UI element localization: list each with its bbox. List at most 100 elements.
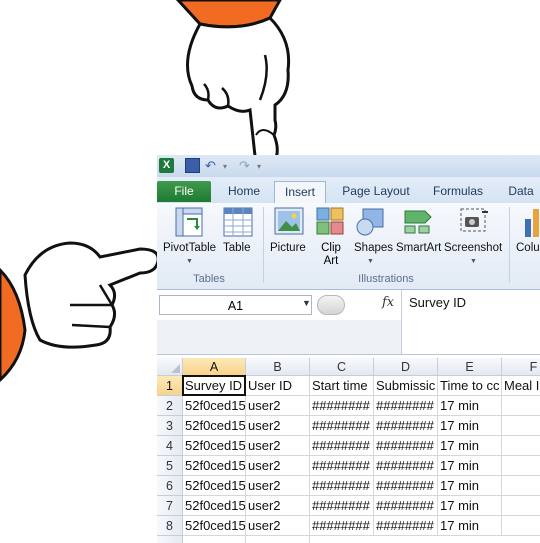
undo-dropdown-icon[interactable]: ▾	[223, 162, 227, 178]
smartart-icon	[404, 210, 432, 234]
cell-a9[interactable]	[183, 536, 246, 543]
screenshot-button[interactable]: Screenshot ▼	[443, 203, 503, 271]
cell-a6[interactable]: 52f0ced15	[183, 476, 246, 496]
cell-f1[interactable]: Meal I	[502, 376, 540, 396]
cell-d6[interactable]: ########	[374, 476, 438, 496]
cell-f3[interactable]	[502, 416, 540, 436]
table-button[interactable]: Table	[219, 203, 257, 271]
shapes-dropdown-icon: ▼	[367, 258, 374, 265]
tab-home[interactable]: Home	[225, 181, 263, 202]
cell-b3[interactable]: user2	[246, 416, 310, 436]
shapes-icon	[356, 208, 384, 236]
cell-f4[interactable]	[502, 436, 540, 456]
cell-b9[interactable]	[246, 536, 310, 543]
cell-b2[interactable]: user2	[246, 396, 310, 416]
row-header-7[interactable]: 7	[157, 496, 183, 516]
pivottable-button[interactable]: PivotTable ▼	[159, 203, 217, 271]
table-icon	[223, 207, 253, 237]
picture-label: Picture	[270, 242, 306, 254]
cell-d7[interactable]: ########	[374, 496, 438, 516]
column-header-c[interactable]: C	[310, 358, 374, 376]
cell-f8[interactable]	[502, 516, 540, 536]
cell-a4[interactable]: 52f0ced15	[183, 436, 246, 456]
cell-f2[interactable]	[502, 396, 540, 416]
cell-a8[interactable]: 52f0ced15	[183, 516, 246, 536]
smartart-button[interactable]: SmartArt	[395, 203, 441, 271]
cell-d2[interactable]: ########	[374, 396, 438, 416]
cell-d4[interactable]: ########	[374, 436, 438, 456]
cell-d3[interactable]: ########	[374, 416, 438, 436]
row-header-9[interactable]	[157, 536, 183, 543]
tab-insert[interactable]: Insert	[274, 181, 326, 204]
cell-c5[interactable]: ########	[310, 456, 374, 476]
cell-d5[interactable]: ########	[374, 456, 438, 476]
cell-f5[interactable]	[502, 456, 540, 476]
cell-b6[interactable]: user2	[246, 476, 310, 496]
column-chart-button[interactable]: Colu	[513, 203, 540, 271]
row-header-5[interactable]: 5	[157, 456, 183, 476]
cell-e1[interactable]: Time to cc	[438, 376, 502, 396]
column-header-b[interactable]: B	[246, 358, 310, 376]
cell-e5[interactable]: 17 min	[438, 456, 502, 476]
cell-e2[interactable]: 17 min	[438, 396, 502, 416]
cell-f6[interactable]	[502, 476, 540, 496]
cell-a2[interactable]: 52f0ced15	[183, 396, 246, 416]
cell-e6[interactable]: 17 min	[438, 476, 502, 496]
select-all-corner[interactable]	[157, 358, 183, 376]
cell-f7[interactable]	[502, 496, 540, 516]
cell-c7[interactable]: ########	[310, 496, 374, 516]
insert-function-icon[interactable]: fx	[382, 295, 394, 310]
cell-c2[interactable]: ########	[310, 396, 374, 416]
redo-dropdown-icon[interactable]: ▾	[257, 162, 261, 178]
pointing-hand-left-icon	[0, 241, 160, 383]
cell-a3[interactable]: 52f0ced15	[183, 416, 246, 436]
cell-c4[interactable]: ########	[310, 436, 374, 456]
cell-b8[interactable]: user2	[246, 516, 310, 536]
cell-d1[interactable]: Submissic	[374, 376, 438, 396]
name-box[interactable]: A1	[159, 295, 312, 315]
picture-icon	[274, 207, 304, 235]
formula-bar-resize-handle[interactable]	[317, 295, 345, 315]
cell-e3[interactable]: 17 min	[438, 416, 502, 436]
cell-b5[interactable]: user2	[246, 456, 310, 476]
excel-logo-icon[interactable]: X	[159, 158, 174, 173]
cell-a5[interactable]: 52f0ced15	[183, 456, 246, 476]
row-header-3[interactable]: 3	[157, 416, 183, 436]
name-box-dropdown-icon[interactable]: ▼	[302, 298, 311, 308]
cell-c3[interactable]: ########	[310, 416, 374, 436]
cell-e7[interactable]: 17 min	[438, 496, 502, 516]
tab-page-layout[interactable]: Page Layout	[340, 181, 412, 202]
cell-c1[interactable]: Start time	[310, 376, 374, 396]
cell-a7[interactable]: 52f0ced15	[183, 496, 246, 516]
row-header-8[interactable]: 8	[157, 516, 183, 536]
column-header-e[interactable]: E	[438, 358, 502, 376]
cell-b7[interactable]: user2	[246, 496, 310, 516]
cell-c6[interactable]: ########	[310, 476, 374, 496]
cell-e4[interactable]: 17 min	[438, 436, 502, 456]
cell-b1[interactable]: User ID	[246, 376, 310, 396]
cell-c8[interactable]: ########	[310, 516, 374, 536]
undo-icon[interactable]: ↶	[205, 158, 216, 174]
column-header-d[interactable]: D	[374, 358, 438, 376]
cell-b4[interactable]: user2	[246, 436, 310, 456]
cell-d8[interactable]: ########	[374, 516, 438, 536]
tab-data[interactable]: Data	[505, 181, 537, 202]
column-header-f[interactable]: F	[502, 358, 540, 376]
row-header-1[interactable]: 1	[157, 376, 183, 396]
save-icon[interactable]	[185, 158, 200, 173]
tab-formulas[interactable]: Formulas	[429, 181, 487, 202]
row-header-4[interactable]: 4	[157, 436, 183, 456]
cell-e8[interactable]: 17 min	[438, 516, 502, 536]
tab-file[interactable]: File	[157, 181, 211, 202]
cell-a1[interactable]: Survey ID	[182, 375, 246, 396]
redo-icon[interactable]: ↷	[239, 158, 250, 174]
picture-button[interactable]: Picture	[267, 203, 309, 271]
clip-art-button[interactable]: Clip Art	[313, 203, 347, 271]
column-header-a[interactable]: A	[183, 358, 246, 376]
smartart-label: SmartArt	[396, 242, 442, 254]
row-header-6[interactable]: 6	[157, 476, 183, 496]
shapes-label: Shapes	[354, 242, 394, 254]
shapes-button[interactable]: Shapes ▼	[351, 203, 393, 271]
formula-input[interactable]: Survey ID	[409, 295, 466, 310]
row-header-2[interactable]: 2	[157, 396, 183, 416]
